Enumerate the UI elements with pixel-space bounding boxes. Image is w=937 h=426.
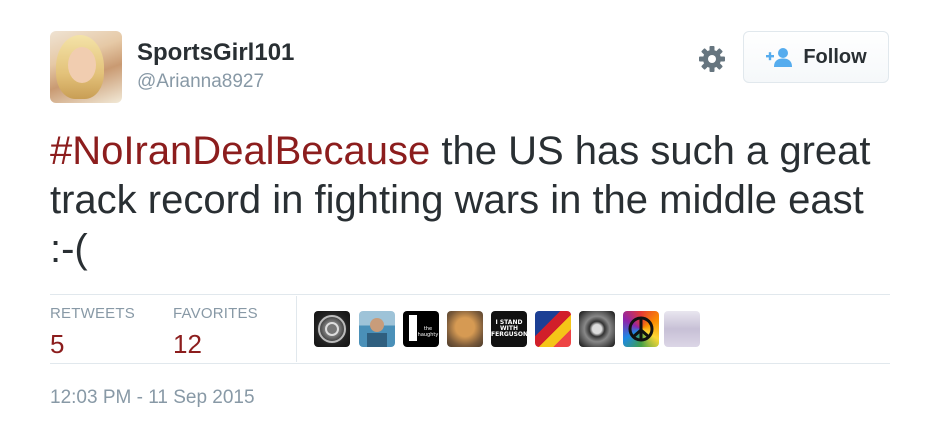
stats-divider-bottom <box>50 363 890 364</box>
add-user-icon <box>766 48 793 67</box>
user-fullname[interactable]: SportsGirl101 <box>137 38 294 68</box>
favoriter-avatar[interactable] <box>664 311 700 347</box>
gear-icon[interactable] <box>697 44 727 74</box>
favoriter-avatar[interactable] <box>579 311 615 347</box>
hashtag-link[interactable]: #NoIranDealBecause <box>50 129 430 173</box>
user-avatar[interactable] <box>50 31 122 103</box>
favorites-count: 12 <box>173 329 202 359</box>
stats-separator <box>296 296 297 362</box>
follow-button[interactable]: Follow <box>743 31 889 83</box>
retweets-count: 5 <box>50 329 65 359</box>
favorites-stat[interactable]: FAVORITES 12 <box>173 305 258 359</box>
tweet-text: #NoIranDealBecause the US has such a gre… <box>50 127 880 274</box>
retweets-label: RETWEETS <box>50 305 135 322</box>
favoriter-avatar[interactable] <box>314 311 350 347</box>
favoriter-avatar[interactable] <box>623 311 659 347</box>
tweet-timestamp[interactable]: 12:03 PM - 11 Sep 2015 <box>50 387 255 409</box>
favoriter-avatar[interactable] <box>535 311 571 347</box>
favoriter-avatar[interactable]: the haughty <box>403 311 439 347</box>
follow-label: Follow <box>803 45 867 68</box>
retweets-stat[interactable]: RETWEETS 5 <box>50 305 135 359</box>
favoriter-avatar-text: I STAND WITH FERGUSON <box>491 319 527 338</box>
favoriter-avatar-text: the haughty <box>417 326 439 338</box>
favorites-label: FAVORITES <box>173 305 258 322</box>
peace-icon <box>628 316 654 342</box>
favoriter-avatar[interactable] <box>447 311 483 347</box>
favoriter-avatar[interactable] <box>359 311 395 347</box>
user-screenname[interactable]: @Arianna8927 <box>137 70 294 94</box>
avatar-face <box>68 47 96 83</box>
user-names: SportsGirl101 @Arianna8927 <box>137 38 294 94</box>
favoriter-avatar[interactable]: I STAND WITH FERGUSON <box>491 311 527 347</box>
stats-divider-top <box>50 294 890 295</box>
